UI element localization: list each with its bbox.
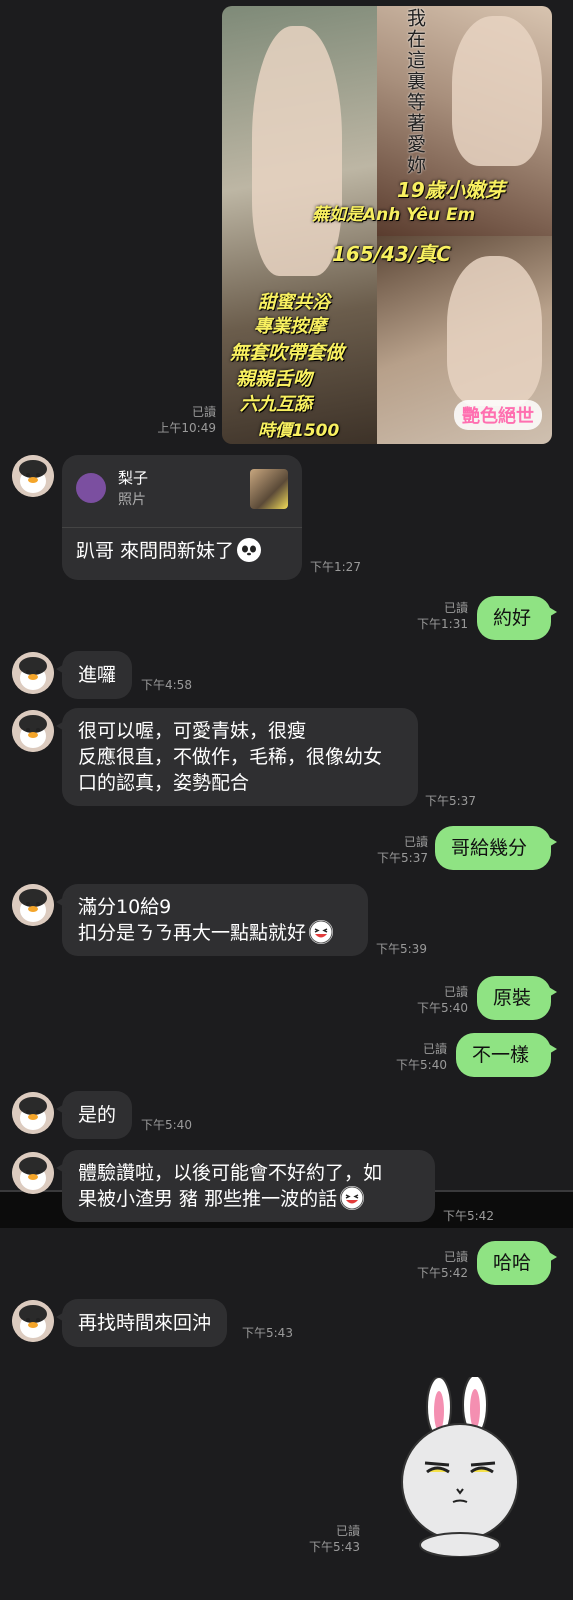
incoming-message[interactable]: 是的 — [55, 1091, 133, 1139]
outgoing-message[interactable]: 原裝 — [477, 976, 557, 1020]
poster-brand-logo: 艷色絕世 — [454, 400, 542, 430]
incoming-message[interactable]: 很可以喔，可愛青妹，很瘦 反應很直，不做作，毛稀，很像幼女 口的認真，姿勢配合 — [56, 708, 418, 806]
sticker-meta: 已讀 下午5:43 — [309, 1524, 360, 1554]
quote-thumbnail[interactable] — [250, 469, 288, 509]
laughing-emoji-icon — [340, 1186, 365, 1210]
message-meta: 已讀 下午5:40 — [396, 1042, 447, 1072]
avatar[interactable] — [12, 884, 54, 926]
timestamp: 下午5:37 — [425, 794, 476, 808]
timestamp: 上午10:49 — [157, 421, 216, 435]
outgoing-message[interactable]: 哥給幾分 — [435, 826, 557, 870]
poster-image[interactable]: 我在這裏等著愛妳 19歲小嫩芽 蕪如是Anh Yêu Em 165/43/真C … — [222, 6, 552, 444]
timestamp: 下午5:40 — [141, 1118, 192, 1132]
message-line: 果被小渣男 豬 那些推一波的話 — [78, 1188, 338, 1210]
laughing-emoji-icon — [309, 920, 334, 944]
incoming-message[interactable]: 再找時間來回沖 — [55, 1299, 228, 1347]
pear-icon — [76, 473, 106, 503]
poster-service-5: 六九互舔 — [240, 394, 312, 415]
brown-bunny-sticker-icon[interactable] — [397, 1374, 523, 1558]
message-meta: 已讀 下午1:31 — [417, 601, 468, 631]
message-line: 很可以喔，可愛青妹，很瘦 — [78, 720, 307, 742]
incoming-message[interactable]: 滿分10給9 扣分是ㄋㄋ再大一點點就好 — [56, 884, 368, 956]
quote-name: 梨子 — [118, 469, 149, 487]
panda-emoji-icon — [237, 538, 262, 562]
message-meta: 已讀 下午5:42 — [417, 1250, 468, 1280]
quote-message-text: 趴哥 來問問新妹了 — [76, 540, 235, 562]
message-meta: 已讀 下午5:37 — [377, 835, 428, 865]
message-line: 扣分是ㄋㄋ再大一點點就好 — [78, 922, 307, 944]
avatar[interactable] — [12, 1092, 54, 1134]
timestamp: 下午5:39 — [376, 942, 427, 956]
incoming-message[interactable]: 體驗讚啦，以後可能會不好約了，如 果被小渣男 豬 那些推一波的話 — [56, 1150, 435, 1222]
outgoing-message[interactable]: 哈哈 — [477, 1241, 557, 1285]
avatar[interactable] — [12, 455, 54, 497]
poster-service-1: 甜蜜共浴 — [258, 292, 330, 313]
timestamp: 下午5:42 — [443, 1209, 494, 1223]
message-line: 反應很直，不做作，毛稀，很像幼女 — [78, 746, 383, 768]
incoming-message[interactable]: 進囉 — [55, 651, 133, 699]
poster-age-label: 19歲小嫩芽 — [397, 178, 505, 202]
quoted-reply-card[interactable]: 梨子 照片 趴哥 來問問新妹了 — [62, 455, 302, 580]
timestamp: 下午4:58 — [141, 678, 192, 692]
read-receipt: 已讀 — [191, 405, 216, 419]
poster-service-6: 時價1500 — [258, 421, 340, 441]
poster-meta: 已讀 上午10:49 — [140, 404, 216, 436]
divider — [62, 527, 302, 528]
outgoing-message[interactable]: 約好 — [477, 596, 557, 640]
poster-service-3: 無套吹帶套做 — [230, 342, 345, 364]
quote-message: 趴哥 來問問新妹了 — [76, 538, 262, 564]
timestamp: 下午5:43 — [242, 1326, 293, 1340]
quote-time: 下午1:27 — [310, 560, 361, 574]
poster-stats: 165/43/真C — [332, 242, 451, 266]
message-line: 口的認真，姿勢配合 — [78, 772, 250, 794]
avatar[interactable] — [12, 652, 54, 694]
message-line: 體驗讚啦，以後可能會不好約了，如 — [78, 1162, 383, 1184]
poster-service-4: 親親舌吻 — [236, 368, 313, 390]
avatar[interactable] — [12, 1152, 54, 1194]
poster-service-2: 專業按摩 — [254, 316, 326, 337]
avatar[interactable] — [12, 710, 54, 752]
avatar[interactable] — [12, 1300, 54, 1342]
poster-name-line: 蕪如是Anh Yêu Em — [312, 205, 476, 225]
message-line: 滿分10給9 — [78, 896, 172, 918]
message-meta: 已讀 下午5:40 — [417, 985, 468, 1015]
quote-sub: 照片 — [118, 492, 146, 508]
outgoing-message[interactable]: 不一樣 — [456, 1033, 557, 1077]
